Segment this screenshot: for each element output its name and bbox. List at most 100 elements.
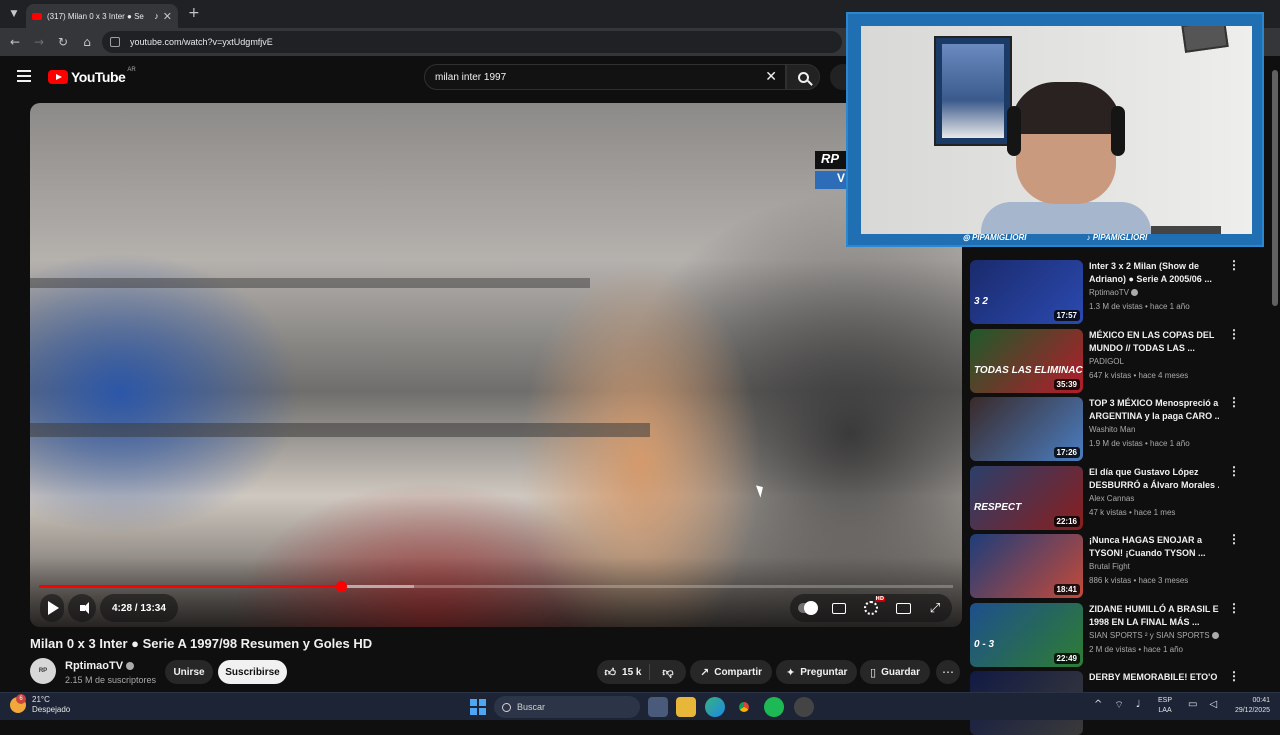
recommendation-card[interactable]: RESPECT 22:16 El día que Gustavo López DESB… — [970, 465, 1270, 530]
search-input[interactable]: milan inter 1997 ✕ — [424, 64, 786, 90]
youtube-logo[interactable]: YouTube AR — [48, 67, 136, 85]
tab-search-chevron-icon[interactable]: ▼ — [6, 6, 22, 22]
more-options-icon[interactable]: ⋮ — [1228, 533, 1240, 545]
microphone-icon[interactable]: ♩ — [1136, 699, 1141, 712]
recommendation-title[interactable]: TOP 3 MÉXICO Menospreció a ARGENTINA y la… — [1089, 397, 1219, 423]
more-actions-button[interactable]: ⋯ — [936, 660, 960, 684]
recommendation-channel[interactable]: PADIGOL — [1089, 357, 1124, 366]
taskbar-search-label: Buscar — [517, 702, 546, 712]
task-view-icon[interactable] — [648, 697, 668, 717]
volume-tray-icon[interactable]: ◁ — [1209, 699, 1217, 710]
instagram-handle: PIPAMIGLIORI — [971, 233, 1027, 242]
tab-audio-icon[interactable]: ♪ — [154, 11, 159, 21]
recommendation-title-line: TYSON! ¡Cuando TYSON ... — [1089, 548, 1206, 558]
search-button[interactable] — [786, 64, 820, 90]
theater-mode-button[interactable] — [894, 601, 912, 615]
settings-button[interactable]: HD — [862, 596, 885, 615]
recommendation-thumbnail[interactable]: TODAS LAS ELIMINACIONES 35:39 — [970, 328, 1083, 393]
progress-bar[interactable] — [39, 581, 953, 592]
address-bar[interactable]: youtube.com/watch?v=yxtUdgmfjvE — [102, 31, 842, 53]
start-button[interactable] — [470, 699, 486, 715]
recommendation-meta: 1.3 M de vistas • hace 1 año — [1089, 302, 1190, 311]
recommendation-thumbnail[interactable]: 17:26 — [970, 397, 1083, 461]
recommendation-card[interactable]: 17:26 TOP 3 MÉXICO Menospreció a ARGENTINA… — [970, 396, 1270, 461]
dislike-button[interactable]: 👎︎ — [650, 666, 686, 679]
windows-taskbar: 6 21°C Despejado Buscar ^ ⌔ ♩ ESP LAA ▭ ◁ … — [0, 692, 1280, 720]
site-info-icon[interactable] — [110, 37, 120, 47]
autoplay-toggle[interactable] — [798, 601, 818, 615]
show-hidden-icons-icon[interactable]: ^ — [1094, 699, 1102, 712]
more-options-icon[interactable]: ⋮ — [1228, 396, 1240, 408]
clear-search-icon[interactable]: ✕ — [765, 69, 777, 85]
more-options-icon[interactable]: ⋮ — [1228, 465, 1240, 477]
display-icon[interactable]: ▭ — [1188, 699, 1197, 710]
subtitles-button[interactable] — [830, 601, 848, 615]
spotify-icon[interactable] — [764, 697, 784, 717]
tab-close-icon[interactable]: ✕ — [163, 10, 172, 23]
recommendation-thumbnail[interactable]: RESPECT 22:16 — [970, 465, 1083, 530]
browser-tab-active[interactable]: (317) Milan 0 x 3 Inter ● Se ♪ ✕ — [26, 4, 178, 28]
share-button[interactable]: ↗ Compartir — [690, 660, 773, 684]
more-options-icon[interactable]: ⋮ — [1228, 328, 1240, 340]
file-explorer-icon[interactable] — [676, 697, 696, 717]
recommendation-card[interactable]: 0 - 3 22:49 ZIDANE HUMILLÓ A BRASIL EN 1998… — [970, 602, 1270, 667]
video-player[interactable]: RP V 4:28 / 13:34 HD ⤢ — [30, 103, 962, 627]
language-indicator[interactable]: ESP LAA — [1158, 696, 1172, 716]
recommendation-title[interactable]: Inter 3 x 2 Milan (Show de Adriano) ● Ser… — [1089, 260, 1219, 286]
search-icon — [797, 71, 809, 83]
reload-icon[interactable]: ↻ — [55, 34, 71, 50]
recommendation-channel[interactable]: Washito Man — [1089, 425, 1135, 434]
progress-scrubber[interactable] — [335, 581, 347, 592]
like-button[interactable]: 👍︎ 15 k — [597, 664, 650, 680]
recommendation-title[interactable]: ¡Nunca HAGAS ENOJAR a TYSON! ¡Cuando TYSO… — [1089, 534, 1219, 560]
recommendation-channel[interactable]: Alex Cannas — [1089, 494, 1134, 503]
obs-icon[interactable] — [794, 697, 814, 717]
edge-icon[interactable] — [705, 697, 725, 717]
more-options-icon[interactable]: ⋮ — [1228, 670, 1240, 682]
recommendation-channel[interactable]: Brutal Fight — [1089, 562, 1130, 571]
weather-widget[interactable]: 6 21°C Despejado — [10, 694, 71, 715]
network-icon[interactable]: ⌔ — [1114, 699, 1123, 712]
recommendation-card[interactable]: 18:41 ¡Nunca HAGAS ENOJAR a TYSON! ¡Cuando… — [970, 533, 1270, 598]
channel-name[interactable]: RptimaoTV — [65, 660, 123, 672]
thumbs-down-icon: 👎︎ — [662, 665, 674, 679]
forward-icon[interactable]: → — [31, 34, 47, 50]
recommendation-card[interactable]: 3 2 17:57 Inter 3 x 2 Milan (Show de Adrian… — [970, 259, 1270, 324]
tab-title: (317) Milan 0 x 3 Inter ● Se — [47, 11, 144, 21]
menu-icon[interactable] — [17, 70, 31, 82]
weather-condition: Despejado — [32, 705, 71, 714]
channel-avatar[interactable]: RP — [30, 658, 56, 684]
recommendation-title[interactable]: El día que Gustavo López DESBURRÓ a Álvar… — [1089, 466, 1219, 492]
recommendation-title[interactable]: MÉXICO EN LAS COPAS DEL MUNDO // TODAS LA… — [1089, 329, 1219, 355]
recommendation-channel[interactable]: SIAN SPORTS ² y SIAN SPORTS — [1089, 631, 1219, 640]
recommendation-title[interactable]: DERBY MEMORABILE! ETO'O vs — [1089, 671, 1219, 684]
taskbar-search[interactable]: Buscar — [494, 696, 640, 718]
back-icon[interactable]: ← — [7, 34, 23, 50]
recommendation-card[interactable]: TODAS LAS ELIMINACIONES 35:39 MÉXICO EN LA… — [970, 328, 1270, 393]
system-clock[interactable]: 00:41 29/12/2025 — [1224, 696, 1270, 716]
play-button[interactable] — [40, 594, 64, 622]
recommendation-channel[interactable]: RptimaoTV — [1089, 288, 1139, 297]
more-options-icon[interactable]: ⋮ — [1228, 602, 1240, 614]
home-icon[interactable]: ⌂ — [79, 34, 95, 50]
join-button[interactable]: Unirse — [165, 660, 213, 684]
scrollbar-thumb[interactable] — [1272, 70, 1278, 306]
recommendation-thumbnail[interactable]: 18:41 — [970, 534, 1083, 598]
ask-button[interactable]: ✦ Preguntar — [776, 660, 858, 684]
youtube-play-logo-icon — [48, 70, 68, 84]
fullscreen-icon: ⤢ — [929, 600, 941, 616]
channel-name-row[interactable]: RptimaoTV — [65, 660, 135, 672]
recommendation-title-line: ¡Nunca HAGAS ENOJAR a — [1089, 535, 1203, 545]
volume-button[interactable] — [68, 594, 96, 622]
subscribe-button[interactable]: Suscribirse — [218, 660, 287, 684]
recommendation-title[interactable]: ZIDANE HUMILLÓ A BRASIL EN 1998 EN LA FIN… — [1089, 603, 1219, 629]
new-tab-icon[interactable]: + — [188, 5, 200, 21]
recommendation-thumbnail[interactable]: 3 2 17:57 — [970, 260, 1083, 324]
page-scrollbar[interactable] — [1270, 60, 1280, 692]
more-options-icon[interactable]: ⋮ — [1228, 259, 1240, 271]
chrome-icon[interactable] — [734, 697, 754, 717]
webcam-overlay: ◎ PIPAMIGLIORI ♪ PIPAMIGLIORI — [846, 12, 1264, 247]
save-button[interactable]: ▯ Guardar — [860, 660, 930, 684]
fullscreen-button[interactable]: ⤢ — [926, 600, 944, 616]
recommendation-thumbnail[interactable]: 0 - 3 22:49 — [970, 602, 1083, 667]
